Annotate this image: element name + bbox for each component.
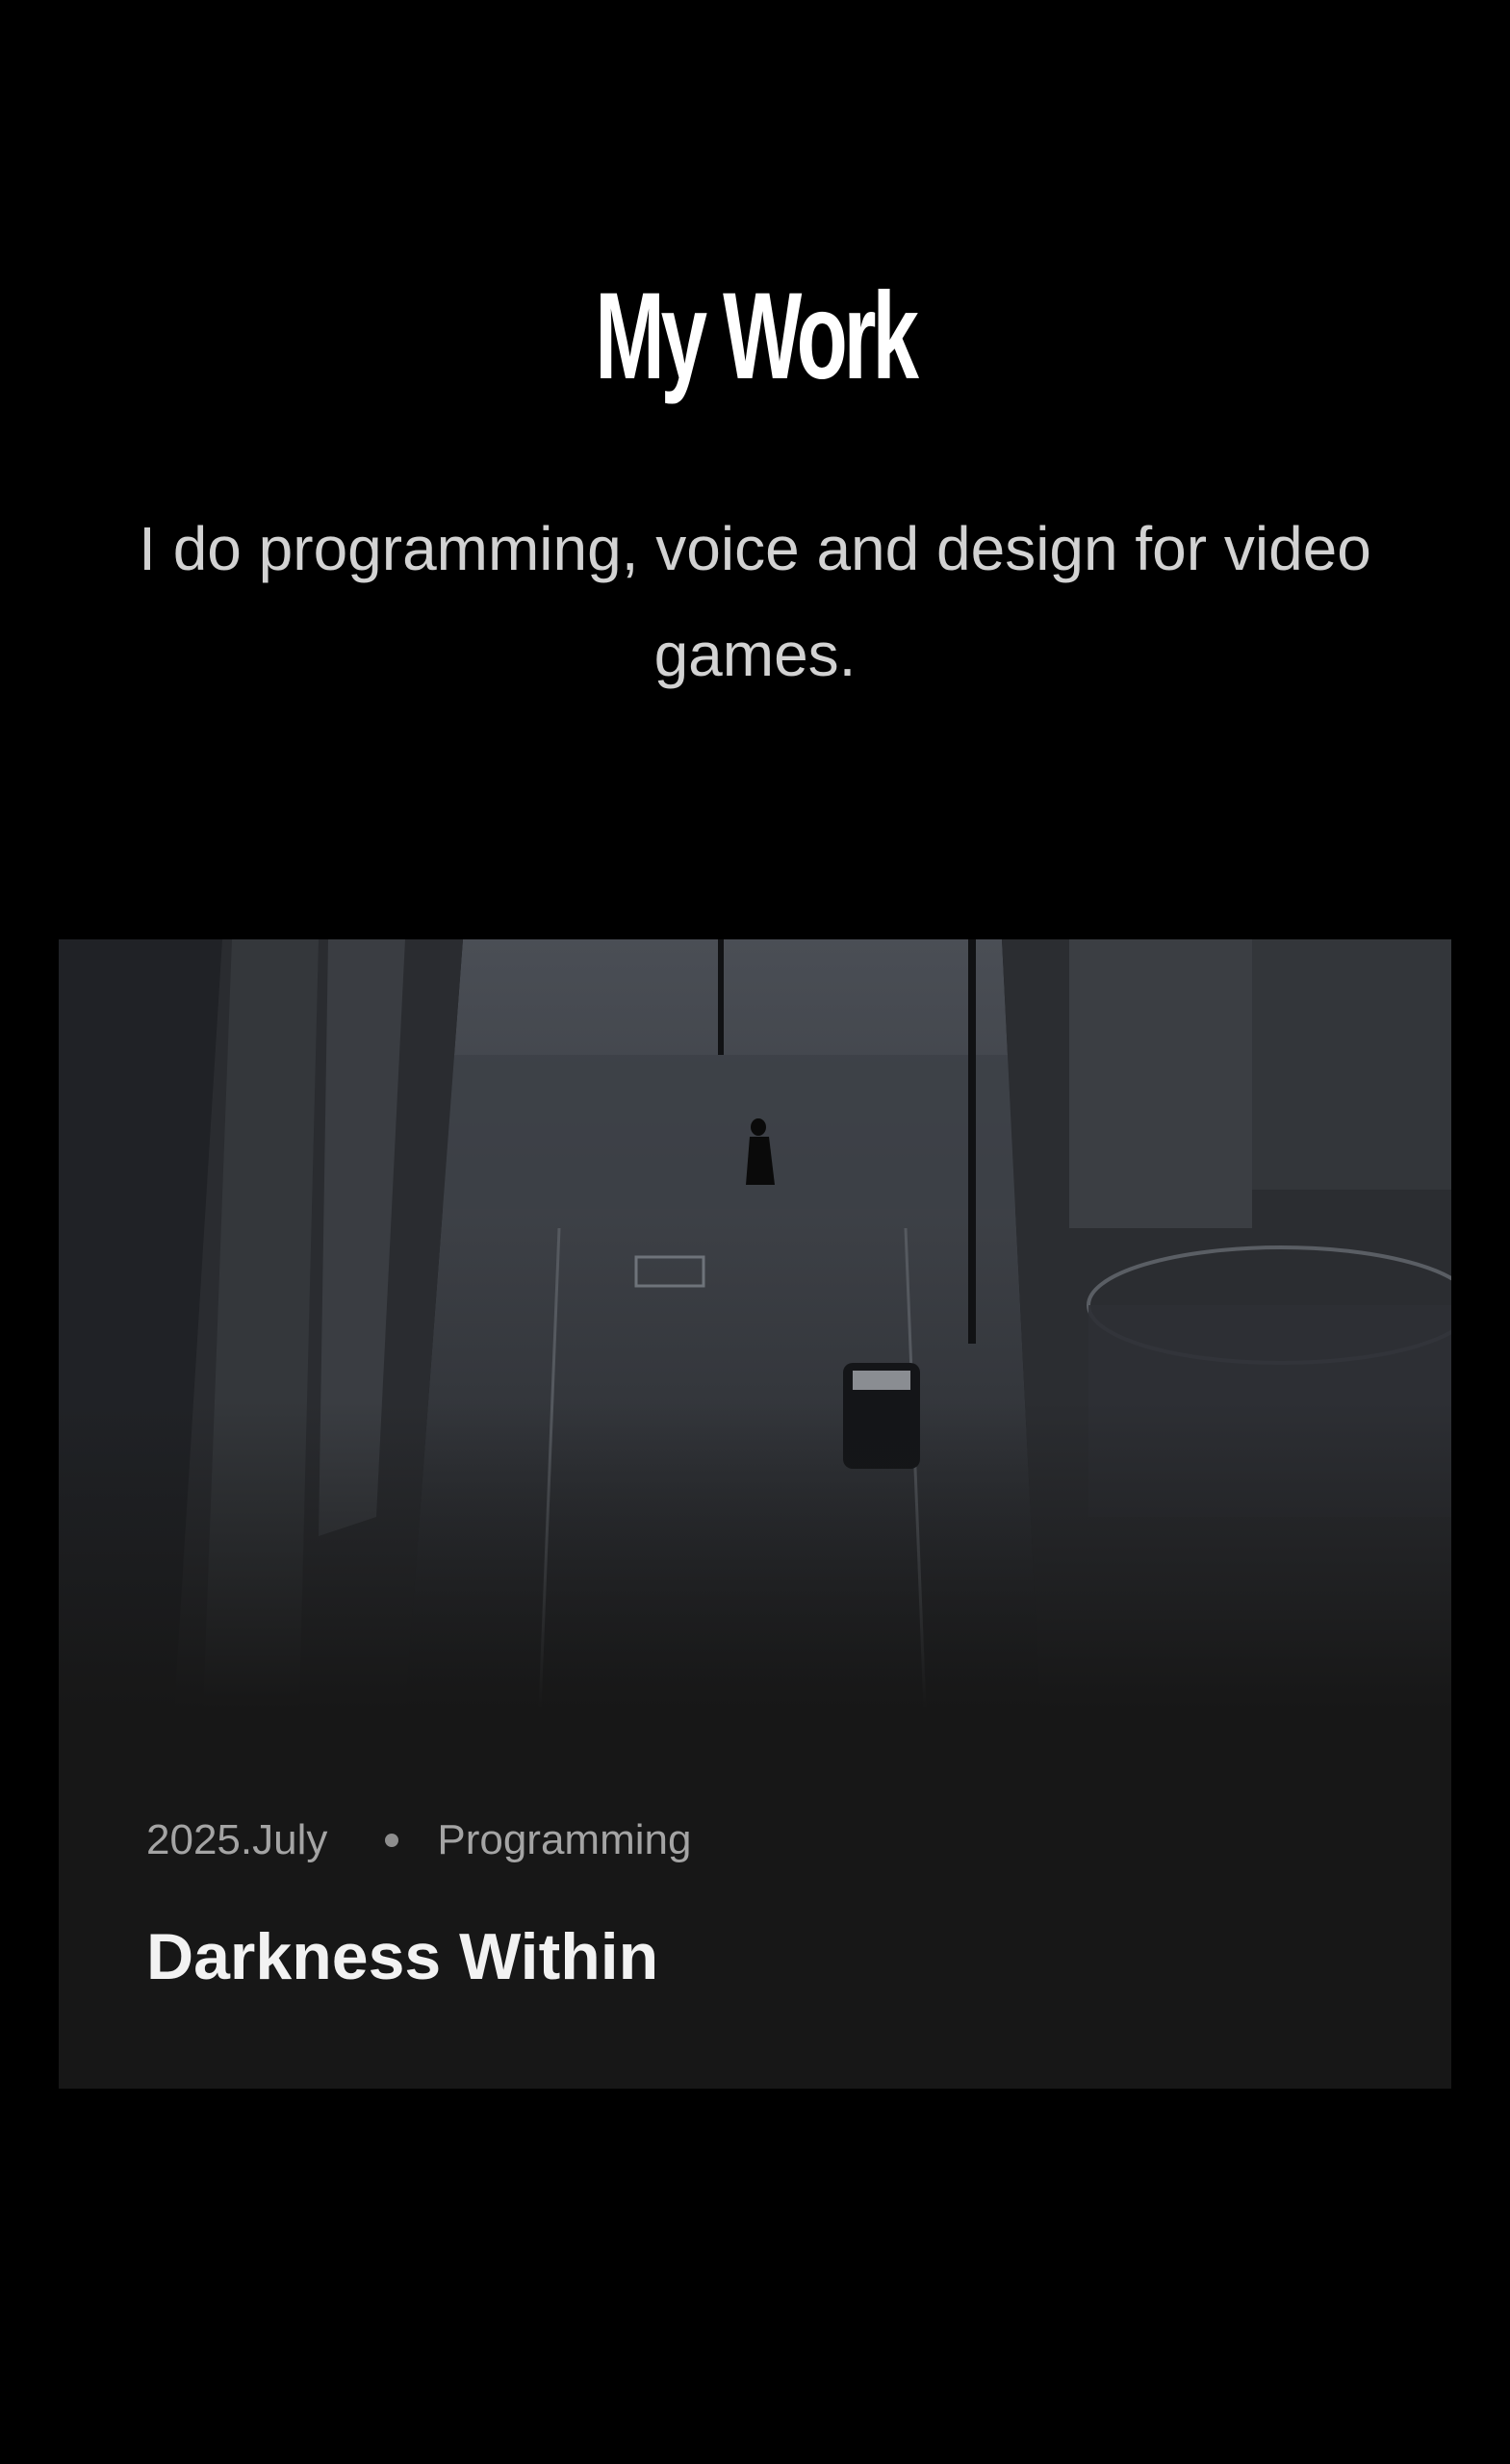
- page-title: My Work: [595, 268, 919, 405]
- separator-dot-icon: [385, 1834, 399, 1847]
- project-thumbnail: [59, 939, 1451, 1709]
- page-subtitle: I do programming, voice and design for v…: [139, 514, 1371, 689]
- project-category[interactable]: Programming: [437, 1816, 691, 1864]
- project-title[interactable]: Darkness Within: [146, 1913, 658, 2000]
- project-date: 2025.July: [146, 1816, 328, 1863]
- project-meta: 2025.July Programming: [146, 1813, 691, 1867]
- project-card[interactable]: 2025.July Programming Darkness Within: [59, 939, 1451, 2089]
